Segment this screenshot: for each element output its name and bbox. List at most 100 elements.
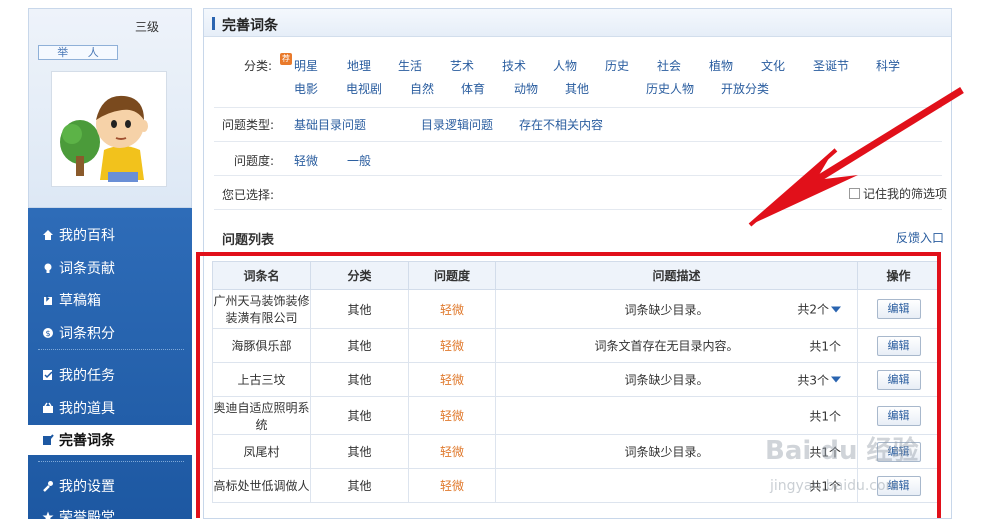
- remember-filter[interactable]: 记住我的筛选项: [849, 185, 947, 202]
- category-link[interactable]: 文化: [761, 57, 785, 74]
- sidebar-item-my-baike[interactable]: 我的百科: [42, 224, 115, 246]
- severity-normal[interactable]: 一般: [347, 152, 371, 169]
- category-link[interactable]: 明星: [294, 57, 318, 74]
- entry-name-cell[interactable]: 上古三坟: [212, 362, 311, 397]
- entry-name-cell[interactable]: 高标处世低调做人: [212, 468, 311, 503]
- wrench-icon: [43, 481, 53, 492]
- expand-triangle-icon[interactable]: [831, 376, 841, 383]
- header-severity: 问题度: [408, 261, 496, 290]
- entry-name-cell[interactable]: 凤尾村: [212, 434, 311, 469]
- table-row: 高标处世低调做人 其他 轻微 共1个 编辑: [212, 468, 940, 503]
- category-link[interactable]: 电影: [294, 80, 318, 97]
- category-link[interactable]: 历史: [605, 57, 629, 74]
- category-link[interactable]: 生活: [398, 57, 422, 74]
- sidebar-item-my-tasks[interactable]: 我的任务: [42, 364, 115, 386]
- sidebar-item-improve-entries[interactable]: 完善词条: [24, 425, 192, 455]
- action-cell: 编辑: [857, 328, 940, 363]
- sidebar-item-hall-of-fame[interactable]: 荣誉殿堂: [42, 506, 115, 519]
- sidebar-item-my-tools[interactable]: 我的道具: [42, 397, 115, 419]
- category-link[interactable]: 地理: [347, 57, 371, 74]
- severity-minor[interactable]: 轻微: [294, 152, 318, 169]
- problem-type-basic-toc[interactable]: 基础目录问题: [294, 116, 366, 133]
- home-icon: [43, 230, 53, 240]
- sidebar-item-my-settings[interactable]: 我的设置: [42, 475, 115, 497]
- category-link[interactable]: 艺术: [450, 57, 474, 74]
- description-text: 词条缺少目录。: [624, 445, 709, 459]
- sidebar-item-entry-contribution[interactable]: 词条贡献: [42, 257, 115, 279]
- divider: [214, 141, 942, 142]
- edit-button[interactable]: 编辑: [876, 335, 921, 356]
- sidebar-item-label: 完善词条: [59, 433, 115, 449]
- category-cell: 其他: [310, 396, 409, 435]
- user-level: 三级: [135, 20, 160, 34]
- severity-label: 问题度:: [234, 154, 275, 168]
- entry-name-cell[interactable]: 广州天马装饰装修装潢有限公司: [212, 289, 311, 329]
- header-action: 操作: [857, 261, 940, 290]
- action-cell: 编辑: [857, 396, 940, 435]
- report-button[interactable]: 举 人: [38, 45, 118, 60]
- edit-button[interactable]: 编辑: [876, 299, 921, 319]
- sidebar-item-label: 荣誉殿堂: [59, 510, 115, 519]
- nav-divider: [38, 349, 184, 350]
- category-link[interactable]: 技术: [502, 57, 526, 74]
- table-row: 奥迪自适应照明系统 其他 轻微 共1个 编辑: [212, 396, 940, 435]
- category-link[interactable]: 自然: [410, 80, 434, 97]
- sidebar-item-drafts[interactable]: 草稿箱: [42, 289, 101, 311]
- avatar[interactable]: [51, 71, 167, 187]
- problem-count: 共1个: [809, 443, 841, 460]
- sidebar-item-entry-points[interactable]: $ 词条积分: [42, 322, 115, 344]
- category-link[interactable]: 电视剧: [346, 80, 382, 97]
- problem-type-irrelevant[interactable]: 存在不相关内容: [519, 116, 603, 133]
- category-link[interactable]: 历史人物: [646, 80, 694, 97]
- category-cell: 其他: [310, 289, 409, 329]
- problem-count-text: 共1个: [809, 339, 841, 353]
- feedback-link[interactable]: 反馈入口: [896, 229, 944, 246]
- category-link[interactable]: 动物: [514, 80, 538, 97]
- problem-count-text: 共2个: [797, 302, 829, 317]
- svg-text:$: $: [45, 329, 50, 338]
- severity-cell: 轻微: [408, 396, 496, 435]
- problem-list-title: 问题列表: [222, 233, 275, 248]
- sidebar-item-label: 草稿箱: [59, 293, 101, 309]
- category-link[interactable]: 社会: [657, 57, 681, 74]
- description-text: 词条文首存在无目录内容。: [594, 339, 739, 353]
- description-cell: 共1个: [495, 396, 858, 435]
- draft-icon: [44, 295, 52, 305]
- divider: [214, 175, 942, 176]
- category-link[interactable]: 体育: [461, 80, 485, 97]
- category-link[interactable]: 开放分类: [721, 80, 769, 97]
- problem-type-label: 问题类型:: [222, 118, 275, 132]
- edit-button[interactable]: 编辑: [876, 405, 921, 426]
- category-link[interactable]: 其他: [565, 80, 589, 97]
- severity-cell: 轻微: [408, 362, 496, 397]
- severity-cell: 轻微: [408, 468, 496, 503]
- sidebar-nav: 我的百科 词条贡献 草稿箱 $ 词条积分 我的任务 我的道具 完善词条 我的设置…: [24, 208, 192, 519]
- sidebar-item-label: 我的百科: [59, 228, 115, 244]
- category-cell: 其他: [310, 362, 409, 397]
- category-link[interactable]: 圣诞节: [813, 57, 849, 74]
- divider: [214, 107, 942, 108]
- problem-type-toc-logic[interactable]: 目录逻辑问题: [421, 116, 493, 133]
- edit-button[interactable]: 编辑: [876, 475, 921, 496]
- boy-avatar-illustration: [60, 95, 148, 182]
- problem-count[interactable]: 共2个: [797, 301, 841, 318]
- header-category: 分类: [310, 261, 409, 290]
- category-link[interactable]: 科学: [876, 57, 900, 74]
- entry-name-cell[interactable]: 海豚俱乐部: [212, 328, 311, 363]
- category-link[interactable]: 植物: [709, 57, 733, 74]
- edit-button[interactable]: 编辑: [876, 369, 921, 390]
- problem-count-text: 共3个: [797, 373, 829, 387]
- problem-count-text: 共1个: [809, 409, 841, 423]
- edit-button[interactable]: 编辑: [876, 441, 921, 462]
- expand-triangle-icon[interactable]: [831, 306, 841, 312]
- entry-name-cell[interactable]: 奥迪自适应照明系统: [212, 396, 311, 435]
- recommend-badge: 荐: [280, 53, 292, 65]
- sidebar: 三级 举 人 我的百科 词条贡献 草稿箱 $ 词条积分 我的任务 我的道具 完善…: [24, 8, 192, 519]
- tools-icon: [43, 402, 53, 413]
- category-label: 分类:: [244, 59, 273, 73]
- problem-count[interactable]: 共3个: [797, 371, 841, 388]
- remember-checkbox[interactable]: [849, 188, 860, 199]
- category-link[interactable]: 人物: [553, 57, 577, 74]
- table-row: 广州天马装饰装修装潢有限公司 其他 轻微 词条缺少目录。 共2个 编辑: [212, 289, 940, 329]
- category-cell: 其他: [310, 468, 409, 503]
